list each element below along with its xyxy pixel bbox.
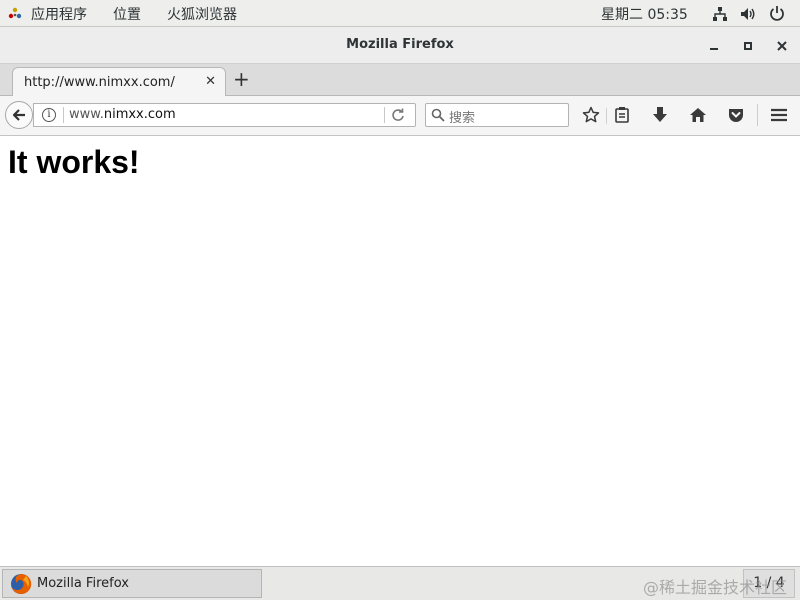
bookmark-star-icon [582, 106, 600, 123]
open-menu-button[interactable] [768, 104, 790, 126]
pocket-button[interactable] [725, 104, 747, 126]
pocket-icon [729, 109, 743, 122]
reading-list-button[interactable] [611, 104, 633, 126]
info-icon[interactable]: i [42, 108, 56, 122]
minimize-button[interactable] [703, 35, 725, 57]
url-prefix: www. [69, 107, 104, 122]
applications-icon[interactable] [7, 6, 23, 22]
reload-icon[interactable] [391, 108, 405, 122]
menu-separator [757, 104, 758, 126]
home-icon [690, 108, 706, 122]
navigation-toolbar: i www.nimxx.com 搜索 [0, 96, 800, 136]
top-panel: 应用程序 位置 火狐浏览器 星期二 05:35 [0, 0, 800, 27]
window-titlebar[interactable]: Mozilla Firefox [0, 27, 800, 64]
maximize-button[interactable] [737, 35, 759, 57]
menu-firefox[interactable]: 火狐浏览器 [167, 4, 237, 24]
watermark-text: @稀土掘金技术社区 [643, 578, 788, 597]
url-bar[interactable]: i www.nimxx.com [33, 103, 416, 127]
hamburger-menu-icon [771, 108, 787, 122]
url-separator [63, 107, 64, 123]
window-title: Mozilla Firefox [346, 37, 454, 52]
clock[interactable]: 星期二 05:35 [601, 4, 688, 24]
search-placeholder: 搜索 [449, 111, 476, 126]
menu-applications[interactable]: 应用程序 [31, 4, 87, 24]
search-box[interactable]: 搜索 [425, 103, 569, 127]
new-tab-button[interactable]: + [233, 67, 250, 91]
reading-list-icon [615, 107, 629, 123]
url-domain: nimxx.com [103, 107, 176, 122]
tab-active[interactable]: http://www.nimxx.com/ ✕ [12, 67, 226, 97]
page-content: It works! [0, 136, 800, 566]
close-window-button[interactable] [771, 35, 793, 57]
back-button[interactable] [5, 101, 33, 129]
taskbar-window-firefox[interactable]: Mozilla Firefox [2, 569, 262, 598]
download-button[interactable] [649, 104, 671, 126]
close-icon [777, 41, 787, 51]
tab-strip: http://www.nimxx.com/ ✕ + [0, 64, 800, 97]
taskbar-window-label: Mozilla Firefox [37, 576, 129, 591]
search-icon [431, 108, 445, 122]
minimize-icon [710, 48, 718, 50]
menu-places[interactable]: 位置 [113, 4, 141, 24]
back-arrow-icon [12, 109, 25, 121]
tab-title: http://www.nimxx.com/ [24, 75, 175, 90]
url-text[interactable]: www.nimxx.com [69, 107, 176, 122]
home-button[interactable] [687, 104, 709, 126]
volume-icon[interactable] [740, 6, 756, 22]
tab-close-icon[interactable]: ✕ [205, 74, 216, 89]
firefox-icon [11, 573, 32, 594]
toolbar-separator [606, 108, 607, 124]
download-icon [653, 107, 667, 122]
power-icon[interactable] [769, 5, 785, 21]
bookmark-button[interactable] [580, 104, 602, 126]
page-heading: It works! [8, 144, 140, 180]
reload-separator [384, 107, 385, 123]
maximize-icon [744, 42, 752, 50]
network-icon[interactable] [712, 6, 728, 22]
